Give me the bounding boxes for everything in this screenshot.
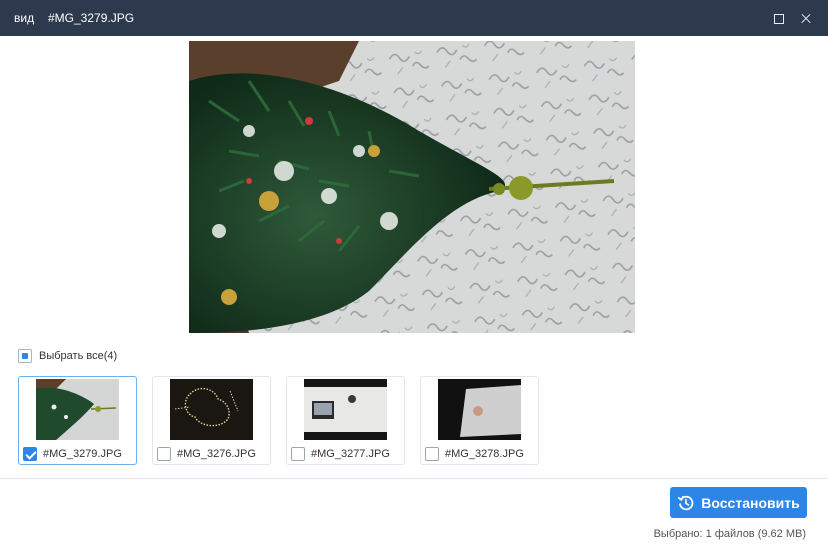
footer-divider (0, 478, 828, 479)
select-all-label: Выбрать все(4) (39, 350, 118, 362)
thumbnail-filename: #MG_3277.JPG (311, 448, 390, 460)
thumbnail-image (36, 379, 119, 440)
thumbnail-checkbox[interactable] (23, 447, 37, 461)
thumbnail-image (438, 379, 521, 440)
thumbnail-filename: #MG_3278.JPG (445, 448, 524, 460)
restore-history-icon (678, 495, 694, 510)
thumbnail-card[interactable]: #MG_3279.JPG (18, 376, 137, 465)
restore-button[interactable]: Восстановить (670, 487, 807, 518)
thumbnail-checkbox[interactable] (157, 447, 171, 461)
restore-button-label: Восстановить (701, 494, 800, 511)
maximize-icon[interactable] (768, 8, 788, 28)
thumbnail-filename: #MG_3279.JPG (43, 448, 122, 460)
selection-status: Выбрано: 1 файлов (9.62 MB) (653, 528, 806, 540)
thumbnail-card[interactable]: #MG_3277.JPG (286, 376, 405, 465)
view-label: вид (14, 11, 35, 25)
thumbnail-checkbox[interactable] (425, 447, 439, 461)
thumbnail-image (170, 379, 253, 440)
image-preview (189, 41, 635, 333)
window-title: #MG_3279.JPG (48, 11, 135, 25)
select-all-checkbox[interactable] (18, 349, 32, 363)
thumbnail-card[interactable]: #MG_3276.JPG (152, 376, 271, 465)
thumbnail-image (304, 379, 387, 440)
close-icon[interactable] (796, 8, 816, 28)
select-all-control[interactable]: Выбрать все(4) (18, 348, 117, 364)
thumbnail-strip: #MG_3279.JPG #MG_3276.JPG #MG_3277.JPG #… (18, 376, 578, 466)
thumbnail-checkbox[interactable] (291, 447, 305, 461)
thumbnail-filename: #MG_3276.JPG (177, 448, 256, 460)
christmas-tree-photo (189, 41, 635, 333)
thumbnail-card[interactable]: #MG_3278.JPG (420, 376, 539, 465)
title-bar: вид #MG_3279.JPG (0, 0, 828, 36)
